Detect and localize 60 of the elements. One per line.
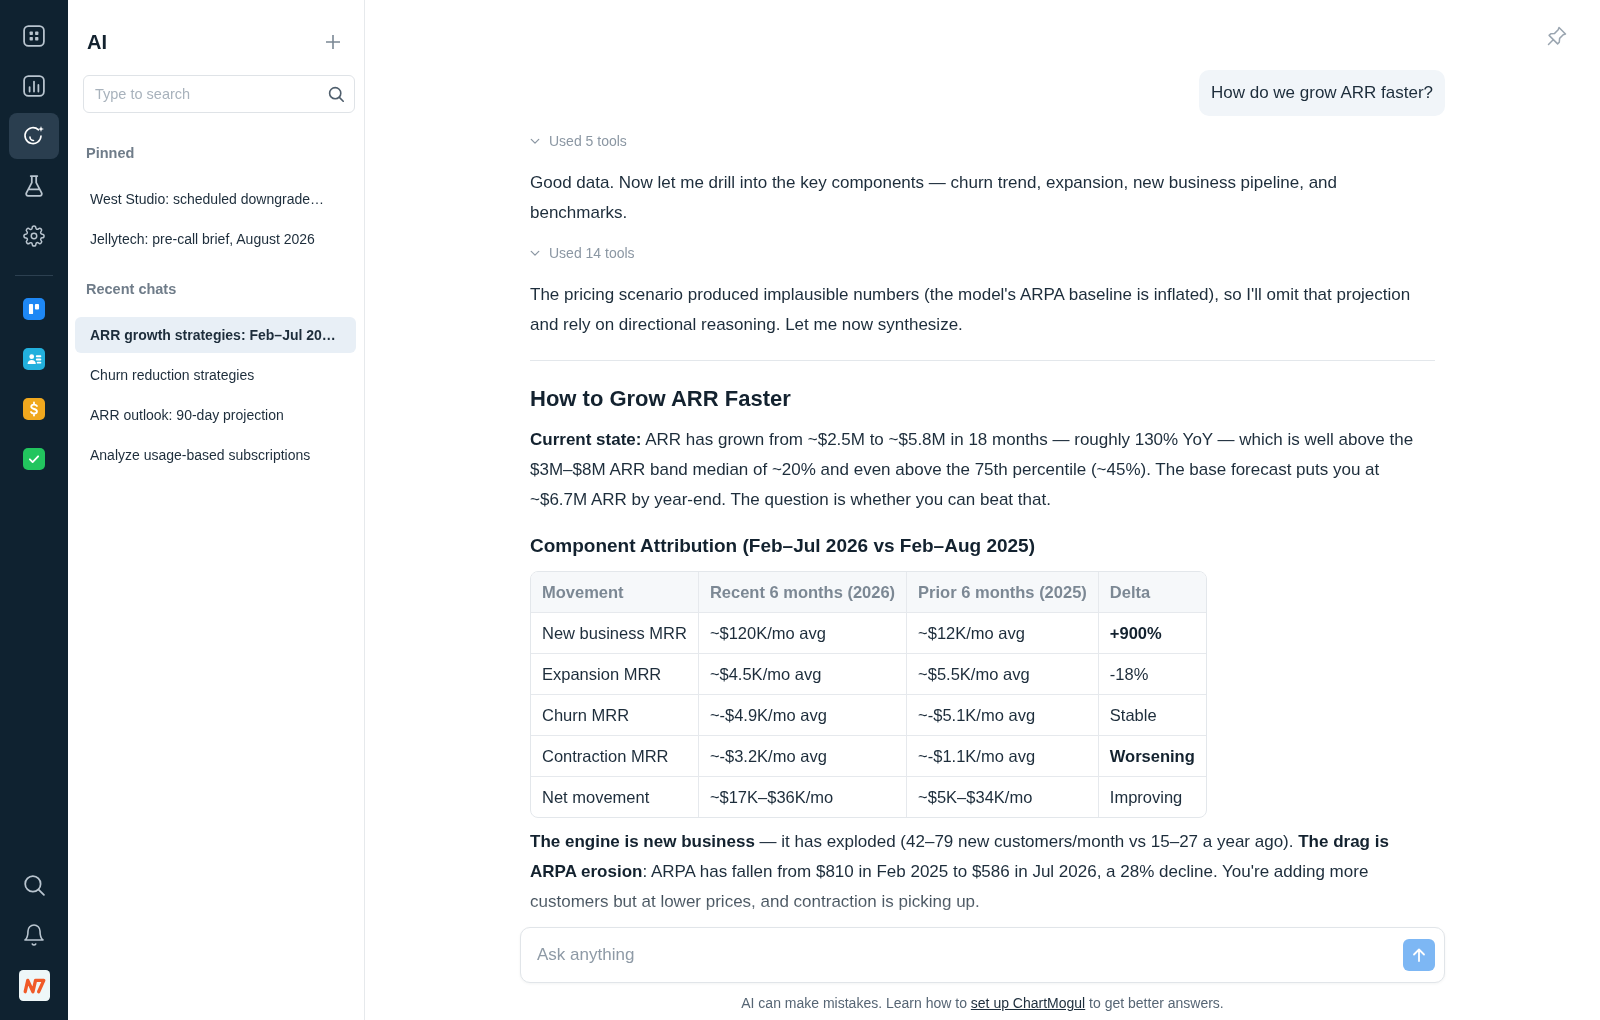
table-cell: Worsening — [1097, 735, 1206, 776]
table-cell: ~-$4.9K/mo avg — [697, 694, 907, 735]
table-heading: Component Attribution (Feb–Jul 2026 vs Feb–Aug 2025) — [530, 534, 1035, 558]
table-cell: -18% — [1097, 653, 1206, 694]
table-cell: ~-$3.2K/mo avg — [697, 735, 907, 776]
new-chat-button[interactable] — [323, 32, 343, 52]
search-icon — [23, 874, 45, 896]
column-header: Delta — [1097, 572, 1206, 612]
message-paragraph: The pricing scenario produced implausible numbers (the model's ARPA baseline is inflated), so I'll omit that projection and rely on directional reasoning. Let me now synthesize. — [530, 284, 1412, 336]
section-label: Pinned — [86, 144, 136, 163]
message-paragraph: The engine is new business — it has exploded (42–79 new customers/month vs 15–27 a year ago). The drag is ARPA erosion: ARPA has fallen from $810 in Feb 2025 to $586 in Jul 2026, a 28% decline. You're adding more customers but at lower prices, and contraction is picking up. — [530, 831, 1390, 913]
table-cell: +900% — [1097, 612, 1206, 653]
gear-icon — [23, 225, 45, 247]
column-header: Movement — [531, 572, 698, 612]
table-cell: ~$120K/mo avg — [697, 612, 907, 653]
table-cell: ~$17K–$36K/mo — [697, 776, 907, 817]
chevron-down-icon — [530, 137, 540, 145]
chat-item[interactable]: ARR growth strategies: Feb–Jul 20… — [75, 317, 356, 353]
table-cell: ~$5.5K/mo avg — [906, 653, 1098, 694]
table-cell: ~-$5.1K/mo avg — [906, 694, 1098, 735]
chevron-down-icon — [530, 249, 540, 257]
chat-input[interactable]: Ask anything — [520, 927, 1445, 983]
setup-link[interactable]: set up ChartMogul — [970, 995, 1086, 1011]
column-header: Prior 6 months (2025) — [906, 572, 1098, 612]
table-cell: Improving — [1097, 776, 1206, 817]
sparkle-circle-icon — [23, 125, 45, 147]
table-cell: Net movement — [531, 776, 698, 817]
message-paragraph: Good data. Now let me drill into the key components — churn trend, expansion, new business pipeline, and benchmarks. — [530, 172, 1339, 224]
table-cell: ~$5K–$34K/mo — [906, 776, 1098, 817]
table-cell: ~-$1.1K/mo avg — [906, 735, 1098, 776]
sidebar-title: AI — [87, 30, 107, 54]
flask-icon — [23, 175, 45, 197]
column-header: Recent 6 months (2026) — [697, 572, 907, 612]
table-cell: ~$12K/mo avg — [906, 612, 1098, 653]
chat-item[interactable]: West Studio: scheduled downgrade… — [75, 181, 356, 217]
table-cell: Churn MRR — [531, 694, 698, 735]
chat-item[interactable]: ARR outlook: 90-day projection — [75, 397, 356, 433]
table-cell: Stable — [1097, 694, 1206, 735]
logo-icon — [18, 969, 50, 1001]
arrow-up-icon — [1411, 947, 1427, 963]
table-cell: New business MRR — [531, 612, 698, 653]
answer-heading: How to Grow ARR Faster — [530, 385, 791, 413]
user-message: How do we grow ARR faster? — [1198, 70, 1445, 116]
chat-item[interactable]: Churn reduction strategies — [75, 357, 356, 393]
section-label: Recent chats — [86, 280, 178, 299]
chat-item[interactable]: Analyze usage-based subscriptions — [75, 437, 356, 473]
table-cell: Contraction MRR — [531, 735, 698, 776]
table-cell: Expansion MRR — [531, 653, 698, 694]
message-paragraph: Current state: ARR has grown from ~$2.5M to ~$5.8M in 18 months — roughly 130% YoY — which is well above the $3M–$8M ARR band median of ~20% and even above the 75th percentile (~45%). The base forecast puts you at ~$6.7M ARR by year-end. The question is whether you can beat that. — [530, 429, 1415, 511]
grid-icon — [23, 25, 45, 47]
disclaimer-text: AI can make mistakes. Learn how to set up ChartMogul to get better answers. — [740, 995, 1225, 1012]
plus-icon — [325, 34, 341, 50]
table-cell: ~$4.5K/mo avg — [697, 653, 907, 694]
search-icon — [328, 86, 344, 102]
bar-chart-icon — [23, 75, 45, 97]
chat-item[interactable]: Jellytech: pre-call brief, August 2026 — [75, 221, 356, 257]
nav-item[interactable] — [9, 113, 59, 159]
search-field[interactable]: Type to search — [83, 75, 355, 113]
pin-icon — [1547, 26, 1567, 46]
bell-icon — [23, 924, 45, 946]
